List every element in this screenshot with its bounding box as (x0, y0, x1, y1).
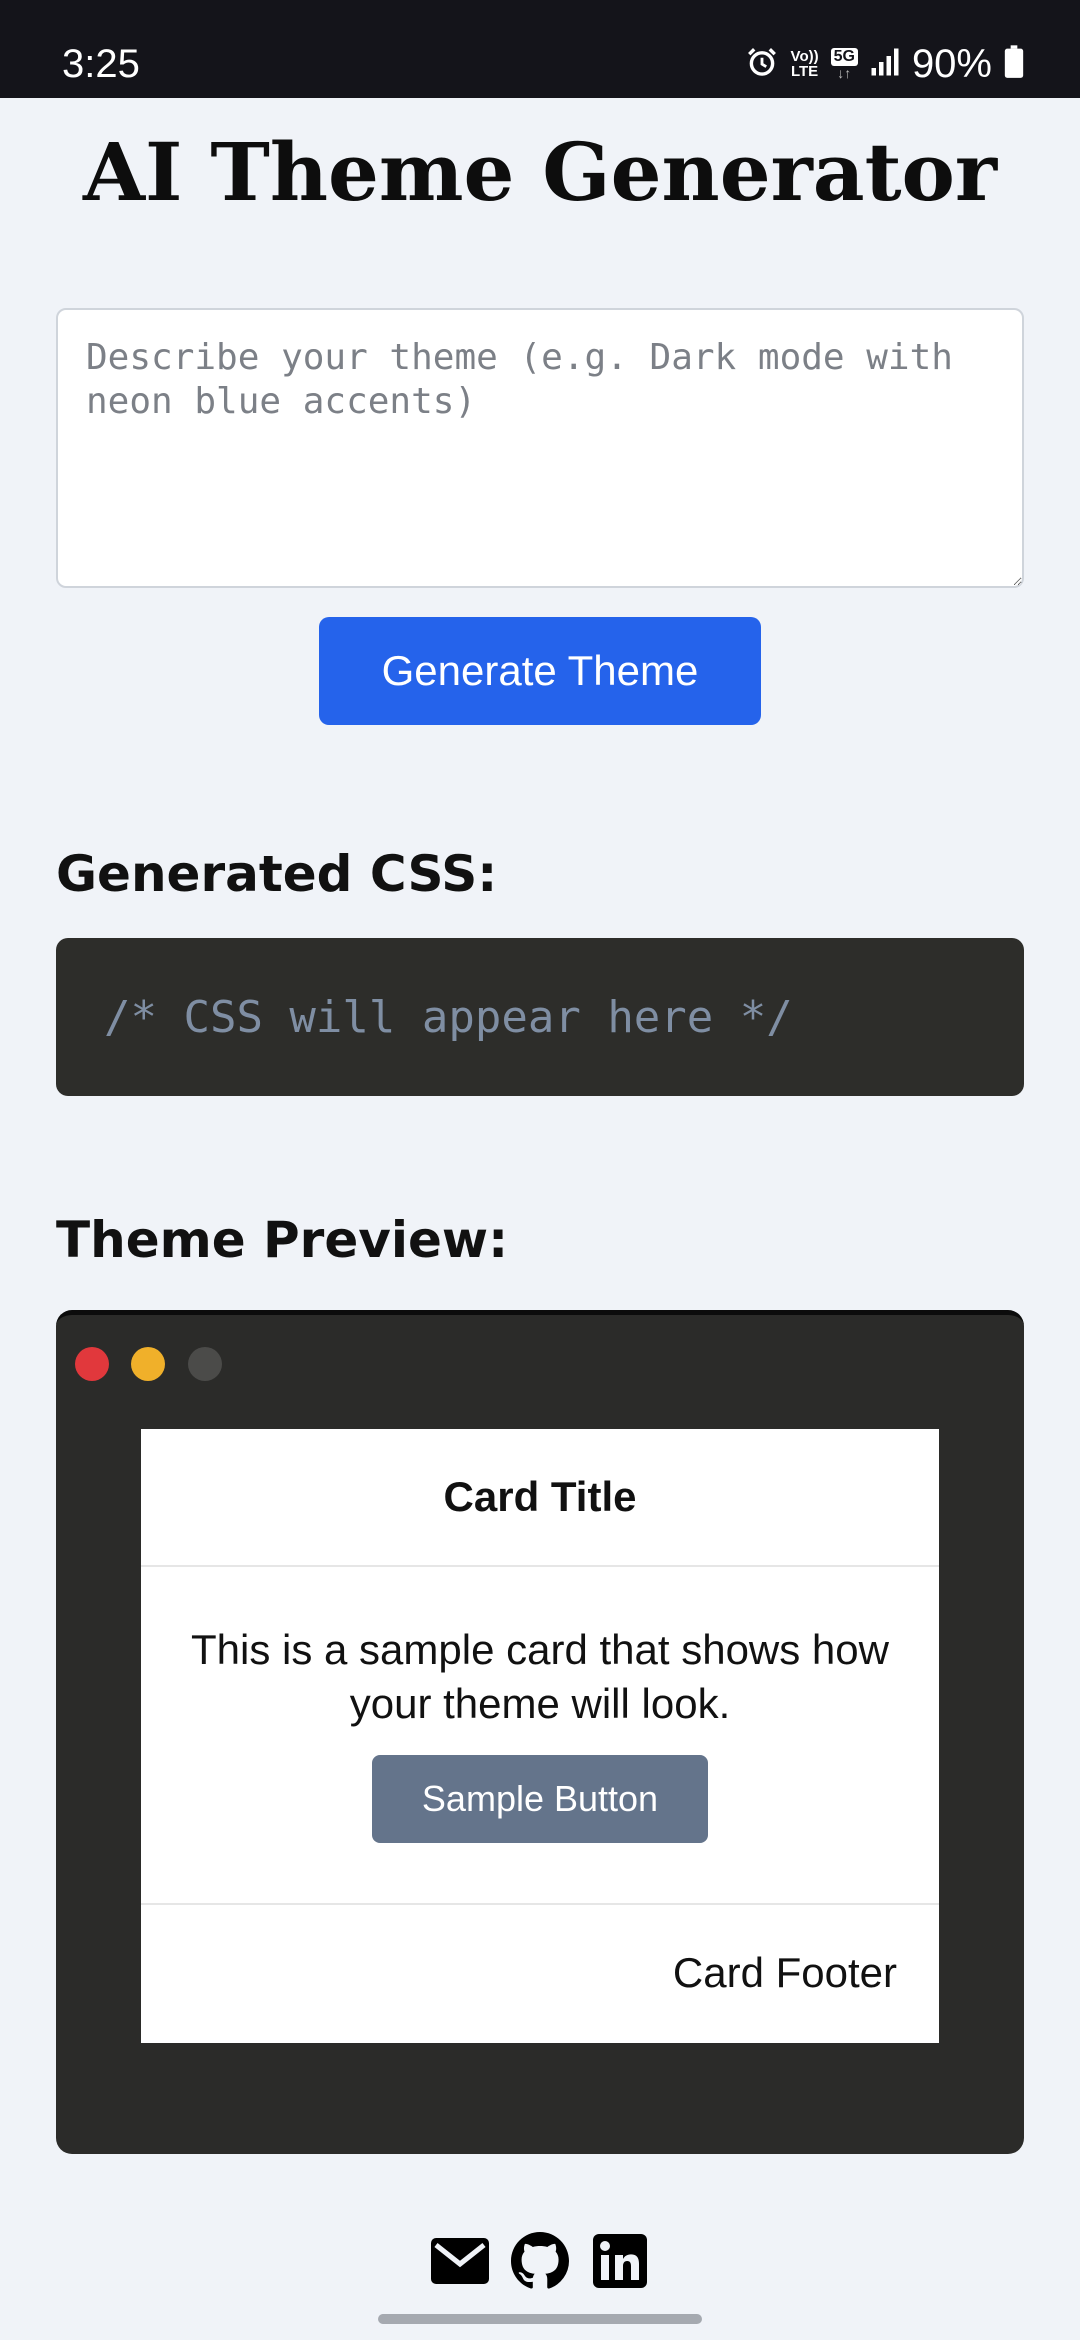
page-title: AI Theme Generator (82, 125, 998, 219)
css-output-block: /* CSS will appear here */ (56, 938, 1024, 1096)
window-maximize-icon (188, 1347, 222, 1381)
generated-css-heading: Generated CSS: (56, 845, 498, 903)
network-5g-icon: 5G ↓↑ (830, 48, 858, 81)
linkedin-icon[interactable] (591, 2232, 649, 2290)
window-close-icon (75, 1347, 109, 1381)
sample-card: Card Title This is a sample card that sh… (141, 1429, 939, 2043)
network-label: 5G (830, 48, 858, 66)
card-footer: Card Footer (672, 1949, 897, 1996)
github-icon[interactable] (511, 2232, 569, 2290)
battery-percentage: 90% (911, 42, 992, 86)
theme-preview-heading: Theme Preview: (56, 1211, 509, 1269)
status-bar: 3:25 Vo)) LTE 5G ↓↑ 90% (0, 0, 1080, 98)
card-body-text: This is a sample card that shows how you… (191, 1626, 889, 1727)
alarm-icon (745, 45, 779, 84)
signal-icon (870, 47, 900, 82)
status-icons: Vo)) LTE 5G ↓↑ 90% (745, 38, 1024, 90)
preview-window: Card Title This is a sample card that sh… (56, 1310, 1024, 2154)
data-arrows-icon: ↓↑ (837, 65, 852, 81)
volte-label-top: Vo)) (790, 48, 819, 65)
battery-icon (1004, 44, 1024, 84)
home-indicator[interactable] (378, 2314, 702, 2324)
theme-description-input[interactable] (56, 308, 1024, 588)
window-minimize-icon (131, 1347, 165, 1381)
volte-icon: Vo)) LTE (791, 49, 819, 79)
status-time: 3:25 (62, 42, 140, 86)
generate-theme-button[interactable]: Generate Theme (319, 617, 761, 725)
volte-label-bottom: LTE (790, 63, 819, 80)
card-title: Card Title (141, 1429, 939, 1567)
sample-button[interactable]: Sample Button (372, 1755, 708, 1843)
card-body: This is a sample card that shows how you… (141, 1567, 939, 1905)
email-icon[interactable] (431, 2232, 489, 2290)
social-links (0, 2232, 1080, 2290)
css-output-text: /* CSS will appear here */ (104, 991, 793, 1043)
